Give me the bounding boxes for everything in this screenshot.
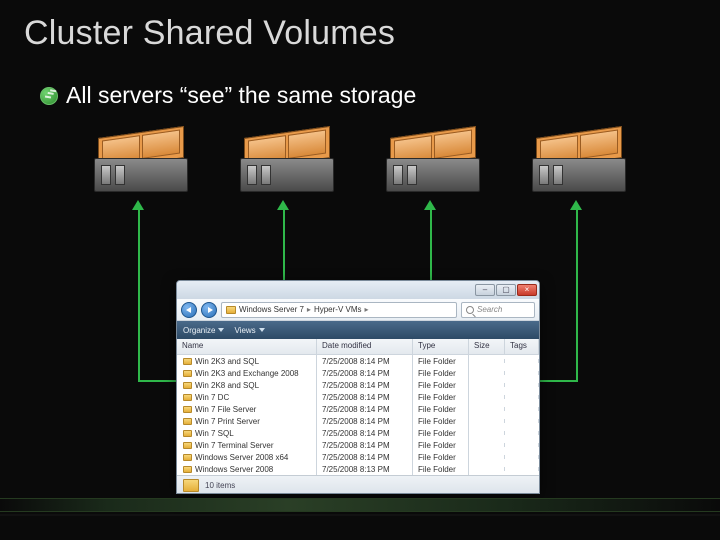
close-button[interactable]: ×: [517, 284, 537, 296]
server-node: [382, 132, 484, 200]
connector-line: [138, 380, 176, 382]
folder-icon: [183, 418, 192, 425]
bullet-text: All servers “see” the same storage: [66, 82, 416, 109]
organize-label: Organize: [183, 326, 215, 335]
arrow-up-icon: [570, 200, 582, 210]
file-name: Windows Server 2008: [195, 465, 273, 474]
server-row: [90, 132, 630, 200]
slide-title: Cluster Shared Volumes: [24, 14, 395, 53]
nav-back-button[interactable]: [181, 302, 197, 318]
bullet-row: All servers “see” the same storage: [40, 82, 416, 109]
folder-icon: [183, 466, 192, 473]
file-type: File Folder: [413, 463, 469, 476]
decorative-footer: [0, 498, 720, 512]
folder-icon: [183, 394, 192, 401]
column-header-date[interactable]: Date modified: [317, 339, 413, 354]
folder-icon: [183, 370, 192, 377]
file-name: Win 7 Print Server: [195, 417, 260, 426]
status-text: 10 items: [205, 481, 235, 490]
search-input[interactable]: Search: [461, 302, 535, 318]
column-header-type[interactable]: Type: [413, 339, 469, 354]
connector-line: [540, 380, 578, 382]
server-node: [528, 132, 630, 200]
table-row[interactable]: Win 7 Print Server7/25/2008 8:14 PMFile …: [177, 415, 539, 427]
decorative-footer: [0, 514, 720, 516]
views-menu[interactable]: Views: [234, 326, 264, 335]
column-header-size[interactable]: Size: [469, 339, 505, 354]
table-row[interactable]: Win 7 DC7/25/2008 8:14 PMFile Folder: [177, 391, 539, 403]
breadcrumb-segment[interactable]: Windows Server 7: [239, 305, 304, 314]
folder-icon: [183, 430, 192, 437]
file-list: Win 2K3 and SQL7/25/2008 8:14 PMFile Fol…: [177, 355, 539, 475]
table-row[interactable]: Win 2K8 and SQL7/25/2008 8:14 PMFile Fol…: [177, 379, 539, 391]
file-name: Win 7 Terminal Server: [195, 441, 274, 450]
organize-menu[interactable]: Organize: [183, 326, 224, 335]
connector-arrow: [430, 210, 432, 282]
folder-icon: [183, 382, 192, 389]
chevron-down-icon: [259, 328, 265, 332]
views-label: Views: [234, 326, 255, 335]
server-node: [236, 132, 338, 200]
file-name: Win 2K3 and Exchange 2008: [195, 369, 299, 378]
connector-arrow: [138, 210, 140, 380]
status-bar: 10 items: [177, 475, 539, 494]
file-name: Win 2K3 and SQL: [195, 357, 259, 366]
table-row[interactable]: Win 7 SQL7/25/2008 8:14 PMFile Folder: [177, 427, 539, 439]
chevron-down-icon: [218, 328, 224, 332]
search-placeholder: Search: [477, 305, 502, 314]
chevron-right-icon: ▸: [307, 305, 311, 314]
folder-icon: [183, 358, 192, 365]
file-name: Win 2K8 and SQL: [195, 381, 259, 390]
arrow-up-icon: [277, 200, 289, 210]
table-row[interactable]: Win 2K3 and SQL7/25/2008 8:14 PMFile Fol…: [177, 355, 539, 367]
nav-forward-button[interactable]: [201, 302, 217, 318]
connector-arrow: [576, 210, 578, 380]
breadcrumb-segment[interactable]: Hyper-V VMs: [314, 305, 362, 314]
search-icon: [466, 306, 474, 314]
file-name: Win 7 DC: [195, 393, 229, 402]
arrow-up-icon: [424, 200, 436, 210]
table-row[interactable]: Windows Server 2008 7/25/2008 8:13 PMFile…: [177, 463, 539, 475]
server-node: [90, 132, 192, 200]
window-titlebar: – ▢ ×: [177, 281, 539, 299]
column-header-tags[interactable]: Tags: [505, 339, 539, 354]
maximize-button[interactable]: ▢: [496, 284, 516, 296]
minimize-button[interactable]: –: [475, 284, 495, 296]
connector-arrow: [283, 210, 285, 282]
address-bar: Windows Server 7 ▸ Hyper-V VMs ▸ Search: [177, 299, 539, 321]
explorer-toolbar: Organize Views: [177, 321, 539, 339]
table-row[interactable]: Win 7 Terminal Server7/25/2008 8:14 PMFi…: [177, 439, 539, 451]
folder-icon: [183, 442, 192, 449]
file-name: Windows Server 2008 x64: [195, 453, 288, 462]
file-name: Win 7 File Server: [195, 405, 256, 414]
table-row[interactable]: Win 2K3 and Exchange 20087/25/2008 8:14 …: [177, 367, 539, 379]
table-row[interactable]: Windows Server 2008 x647/25/2008 8:14 PM…: [177, 451, 539, 463]
table-row[interactable]: Win 7 File Server7/25/2008 8:14 PMFile F…: [177, 403, 539, 415]
column-header-name[interactable]: Name: [177, 339, 317, 354]
folder-icon: [183, 454, 192, 461]
column-headers: Name Date modified Type Size Tags: [177, 339, 539, 355]
bullet-icon: [40, 87, 58, 105]
chevron-right-icon: ▸: [365, 305, 369, 314]
file-name: Win 7 SQL: [195, 429, 234, 438]
folder-icon: [183, 406, 192, 413]
file-date: 7/25/2008 8:13 PM: [317, 463, 413, 476]
arrow-up-icon: [132, 200, 144, 210]
breadcrumb[interactable]: Windows Server 7 ▸ Hyper-V VMs ▸: [221, 302, 457, 318]
folder-icon: [183, 479, 199, 492]
folder-icon: [226, 306, 236, 314]
explorer-window: – ▢ × Windows Server 7 ▸ Hyper-V VMs ▸ S…: [176, 280, 540, 494]
